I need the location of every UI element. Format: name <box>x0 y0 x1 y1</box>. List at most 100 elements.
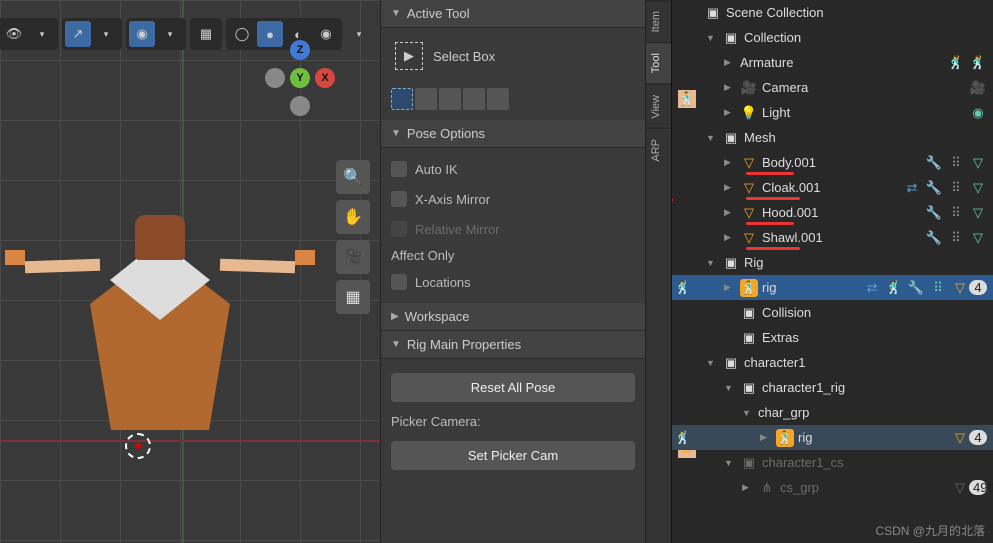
relmirror-check[interactable]: Relative Mirror <box>391 218 635 240</box>
disclosure-icon[interactable]: ▼ <box>706 358 718 368</box>
outliner-row[interactable]: ▼▣character1 <box>672 350 993 375</box>
item-modifiers: 🔧⠿▽ <box>925 205 987 221</box>
item-label: cs_grp <box>780 480 947 495</box>
gizmo-neg1[interactable] <box>265 68 285 88</box>
shading-dropdown[interactable]: ▾ <box>346 21 372 47</box>
locations-check[interactable]: Locations <box>391 271 635 293</box>
outliner-row[interactable]: ▶▽Shawl.001🔧⠿▽ <box>672 225 993 250</box>
overlay-dropdown[interactable]: ▾ <box>157 21 183 47</box>
select-mode-invert[interactable] <box>463 88 485 110</box>
disclosure-icon[interactable]: ▼ <box>706 133 718 143</box>
gizmo-toggle[interactable]: ↗ <box>65 21 91 47</box>
tab-arp[interactable]: ARP <box>646 128 671 172</box>
disclosure-icon[interactable]: ▼ <box>706 258 718 268</box>
item-label: Cloak.001 <box>762 180 899 195</box>
disclosure-icon[interactable]: ▼ <box>724 458 736 468</box>
outliner-row[interactable]: ▶⋔cs_grp▽499 <box>672 475 993 500</box>
auto-ik-check[interactable]: Auto IK <box>391 158 635 180</box>
outliner-row[interactable]: ▼▣Rig <box>672 250 993 275</box>
axis-line-x <box>0 440 380 442</box>
disclosure-icon[interactable]: ▶ <box>724 207 736 218</box>
outliner-row[interactable]: ▶💡Light◉ <box>672 100 993 125</box>
disclosure-icon[interactable]: ▶ <box>724 232 736 243</box>
outliner-row[interactable]: 🕺▶🕺rig⇄🕺🔧⠿▽4 <box>672 275 993 300</box>
disclosure-icon[interactable]: ▼ <box>724 383 736 393</box>
outliner-row[interactable]: ▼▣character1_cs <box>672 450 993 475</box>
panel-rig-main-header[interactable]: ▼Rig Main Properties⠿ <box>381 331 645 359</box>
item-modifiers: ⇄🔧⠿▽ <box>903 180 987 196</box>
viewport-3d[interactable]: 👁▾ ↗ ▾ ◉ ▾ ▦ ◯ ● ◐ ◉ ▾ Z Y X 🔍 ✋ 🎥 ▦ <box>0 0 380 543</box>
tab-item[interactable]: Item <box>646 0 671 42</box>
gizmo-z[interactable]: Z <box>290 40 310 60</box>
item-label: character1_rig <box>762 380 983 395</box>
viewport-nav-buttons: 🔍 ✋ 🎥 ▦ <box>336 160 370 314</box>
disclosure-icon[interactable]: ▶ <box>724 157 736 168</box>
item-label: Mesh <box>744 130 983 145</box>
gizmo-dropdown[interactable]: ▾ <box>93 21 119 47</box>
disclosure-icon[interactable]: ▶ <box>742 482 754 493</box>
select-mode-subtract[interactable] <box>439 88 461 110</box>
item-modifiers: 🔧⠿▽ <box>925 155 987 171</box>
disclosure-icon[interactable]: ▼ <box>742 408 754 418</box>
outliner-row[interactable]: ▣Extras <box>672 325 993 350</box>
item-label: Shawl.001 <box>762 230 921 245</box>
disclosure-icon[interactable]: ▶ <box>724 107 736 118</box>
disclosure-icon[interactable]: ▶ <box>724 82 736 93</box>
outliner-row[interactable]: ▶▽Cloak.001⇄🔧⠿▽ <box>672 175 993 200</box>
tab-view[interactable]: View <box>646 84 671 129</box>
outliner-row[interactable]: ▶▽Body.001🔧⠿▽ <box>672 150 993 175</box>
disclosure-icon[interactable]: ▼ <box>706 33 718 43</box>
disclosure-icon[interactable]: ▶ <box>724 182 736 193</box>
shading-wireframe[interactable]: ◯ <box>229 21 255 47</box>
overlay-toggle[interactable]: ◉ <box>129 21 155 47</box>
disclosure-icon[interactable]: ▶ <box>760 432 772 443</box>
item-label: Light <box>762 105 965 120</box>
select-mode-intersect[interactable] <box>487 88 509 110</box>
persp-button[interactable]: ▦ <box>336 280 370 314</box>
panel-active-tool-header[interactable]: ▼Active Tool⠿ <box>381 0 645 28</box>
gizmo-neg2[interactable] <box>290 96 310 116</box>
outliner-row[interactable]: ▶🕺Armature🕺🕺 <box>672 50 993 75</box>
item-label: rig <box>762 280 859 295</box>
panel-pose-options-header[interactable]: ▼Pose Options⠿ <box>381 120 645 148</box>
visibility-dropdown[interactable]: 👁▾ <box>0 18 58 50</box>
disclosure-icon[interactable]: ▶ <box>724 282 736 293</box>
outliner[interactable]: ➔ CSDN @九月的北落 ▣Scene Collection▼▣Collect… <box>671 0 993 543</box>
item-modifiers: 🔧⠿▽ <box>925 230 987 246</box>
item-label: character1_cs <box>762 455 983 470</box>
item-label: Armature <box>740 55 943 70</box>
select-mode-buttons <box>391 88 635 110</box>
outliner-row[interactable]: ▣Collision <box>672 300 993 325</box>
outliner-row[interactable]: ▼▣character1_rig <box>672 375 993 400</box>
select-mode-extend[interactable] <box>415 88 437 110</box>
outliner-row[interactable]: ▣Scene Collection <box>672 0 993 25</box>
cursor-3d-icon <box>125 433 151 459</box>
gizmo-x[interactable]: X <box>315 68 335 88</box>
nav-gizmo[interactable]: Z Y X <box>265 40 335 110</box>
outliner-row[interactable]: 🕺▶🕺rig▽4 <box>672 425 993 450</box>
item-modifiers: 🎥 <box>969 80 987 96</box>
item-modifiers: 🕺🕺 <box>947 55 987 71</box>
n-panel: ▼Active Tool⠿ ▶ Select Box ▼Pose Options… <box>380 0 645 543</box>
outliner-row[interactable]: ▼▣Collection <box>672 25 993 50</box>
panel-title: Active Tool <box>407 6 470 21</box>
camera-button[interactable]: 🎥 <box>336 240 370 274</box>
outliner-row[interactable]: ▼⋔char_grp <box>672 400 993 425</box>
select-mode-new[interactable] <box>391 88 413 110</box>
item-label: Hood.001 <box>762 205 921 220</box>
pan-button[interactable]: ✋ <box>336 200 370 234</box>
tab-tool[interactable]: Tool <box>646 42 671 83</box>
disclosure-icon[interactable]: ▶ <box>724 57 736 68</box>
outliner-row[interactable]: ▼▣Mesh <box>672 125 993 150</box>
panel-title: Workspace <box>405 309 470 324</box>
xray-toggle[interactable]: ▦ <box>193 21 219 47</box>
outliner-row[interactable]: ▶🎥Camera🎥 <box>672 75 993 100</box>
outliner-row[interactable]: ▶▽Hood.001🔧⠿▽ <box>672 200 993 225</box>
set-picker-button[interactable]: Set Picker Cam <box>391 441 635 470</box>
reset-pose-button[interactable]: Reset All Pose <box>391 373 635 402</box>
gizmo-y[interactable]: Y <box>290 68 310 88</box>
n-panel-tabs: Item Tool View ARP <box>645 0 671 543</box>
xmirror-check[interactable]: X-Axis Mirror <box>391 188 635 210</box>
panel-workspace-header[interactable]: ▶Workspace <box>381 303 645 331</box>
zoom-button[interactable]: 🔍 <box>336 160 370 194</box>
